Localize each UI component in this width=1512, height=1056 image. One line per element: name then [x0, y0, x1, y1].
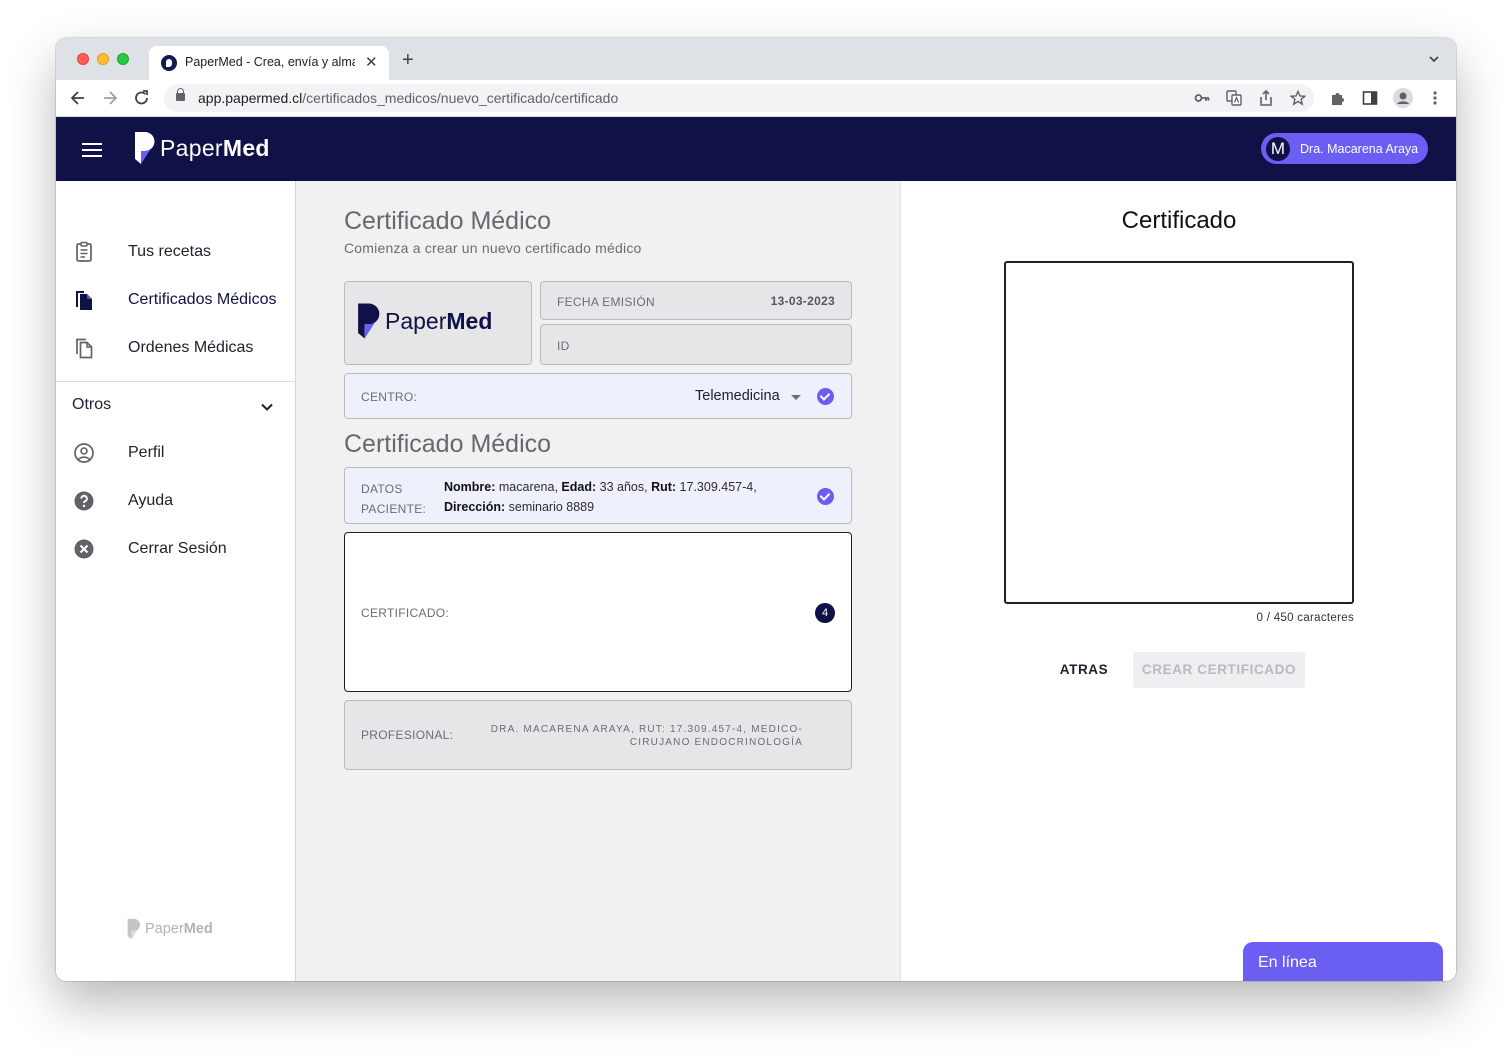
user-menu-button[interactable]: M Dra. Macarena Araya: [1261, 133, 1429, 164]
sidebar-item-label: Ordenes Médicas: [128, 339, 254, 356]
side-panel-icon[interactable]: [1362, 90, 1378, 106]
key-icon[interactable]: [1194, 90, 1210, 106]
profesional-label: PROFESIONAL:: [361, 728, 454, 742]
tab-strip: PaperMed - Crea, envía y alma ✕ +: [56, 38, 1456, 80]
bookmark-star-icon[interactable]: [1290, 90, 1306, 106]
documents-filled-icon: [76, 291, 92, 310]
dropdown-arrow-icon: [791, 395, 801, 400]
forward-arrow-icon[interactable]: [102, 86, 118, 110]
sidebar-item-ordenes[interactable]: Ordenes Médicas: [56, 328, 296, 368]
centro-select[interactable]: CENTRO: Telemedicina: [344, 373, 852, 419]
translate-icon[interactable]: [1226, 90, 1242, 106]
browser-window: PaperMed - Crea, envía y alma ✕ + app.pa…: [56, 38, 1456, 981]
share-icon[interactable]: [1258, 90, 1274, 106]
tab-title: PaperMed - Crea, envía y alma: [185, 55, 355, 69]
address-bar[interactable]: app.papermed.cl/certificados_medicos/nue…: [164, 84, 1314, 112]
app-header: PaperMed M Dra. Macarena Araya: [56, 117, 1456, 181]
minimize-window-button[interactable]: [97, 53, 109, 65]
documents-outline-icon: [76, 338, 93, 359]
datos-paciente-field[interactable]: DATOS PACIENTE: Nombre: macarena, Edad: …: [344, 467, 852, 524]
certificado-field[interactable]: CERTIFICADO: 4: [344, 532, 852, 692]
character-counter: 0 / 450 caracteres: [1256, 612, 1354, 624]
check-circle-icon: [817, 388, 834, 405]
sidebar-item-ayuda[interactable]: Ayuda: [56, 481, 296, 521]
url-text: app.papermed.cl/certificados_medicos/nue…: [198, 90, 619, 106]
papermed-logo-mark-icon: [358, 303, 380, 339]
sidebar-item-cerrar-sesion[interactable]: Cerrar Sesión: [56, 529, 296, 569]
more-vertical-icon[interactable]: [1427, 90, 1443, 106]
user-name: Dra. Macarena Araya: [1300, 141, 1419, 156]
close-tab-icon[interactable]: ✕: [365, 53, 378, 71]
lock-icon: [176, 88, 185, 101]
browser-tab[interactable]: PaperMed - Crea, envía y alma ✕: [149, 46, 389, 80]
certificate-editor-panel: Certificado 0 / 450 caracteres ATRAS CRE…: [900, 181, 1456, 981]
sidebar-section-otros[interactable]: Otros: [72, 396, 111, 414]
papermed-logo[interactable]: PaperMed: [134, 131, 270, 165]
back-arrow-icon[interactable]: [70, 86, 86, 110]
sidebar-divider: [56, 381, 296, 382]
extensions-puzzle-icon[interactable]: [1330, 90, 1346, 106]
papermed-favicon-icon: [161, 55, 177, 71]
reload-icon[interactable]: [134, 86, 150, 110]
fecha-emision-value: 13-03-2023: [770, 294, 835, 308]
clipboard-icon: [76, 241, 92, 262]
profesional-value: DRA. MACARENA ARAYA, RUT: 17.309.457-4, …: [490, 724, 803, 748]
browser-toolbar: app.papermed.cl/certificados_medicos/nue…: [56, 80, 1456, 117]
check-circle-icon: [817, 488, 834, 505]
certificado-label: CERTIFICADO:: [361, 606, 450, 620]
sidebar: Tus recetas Certificados Médicos Ordenes…: [56, 181, 296, 981]
clinic-logo-box: PaperMed: [344, 281, 532, 365]
certificate-form-panel: Certificado Médico Comienza a crear un n…: [297, 181, 900, 981]
chevron-down-icon[interactable]: [259, 399, 275, 415]
page-title: Certificado Médico: [344, 207, 552, 235]
sidebar-item-label: Certificados Médicos: [128, 291, 277, 308]
account-circle-icon: [74, 443, 94, 463]
centro-value: Telemedicina: [695, 388, 780, 404]
step-number-badge: 4: [815, 603, 835, 623]
chevron-down-icon[interactable]: [1428, 53, 1440, 65]
profile-avatar-icon[interactable]: [1393, 88, 1413, 108]
back-button[interactable]: ATRAS: [1052, 652, 1116, 688]
papermed-logo-mark-icon: [127, 918, 141, 940]
editor-title: Certificado: [1121, 207, 1237, 234]
sidebar-item-label: Ayuda: [128, 492, 174, 509]
id-label: ID: [557, 339, 570, 353]
sidebar-item-label: Perfil: [128, 444, 165, 461]
sidebar-item-certificados[interactable]: Certificados Médicos: [56, 280, 296, 320]
page-subtitle: Comienza a crear un nuevo certificado mé…: [344, 240, 642, 256]
sidebar-item-label: Cerrar Sesión: [128, 540, 227, 557]
fecha-emision-field: FECHA EMISIÓN 13-03-2023: [540, 281, 852, 320]
help-icon: [74, 491, 94, 511]
centro-label: CENTRO:: [361, 390, 418, 404]
papermed-logo-mark-icon: [135, 132, 155, 164]
id-field[interactable]: ID: [540, 324, 852, 365]
section-title: Certificado Médico: [344, 430, 552, 458]
create-certificate-button[interactable]: CREAR CERTIFICADO: [1133, 652, 1305, 688]
sidebar-item-perfil[interactable]: Perfil: [56, 433, 296, 473]
close-window-button[interactable]: [77, 53, 89, 65]
cancel-icon: [74, 539, 94, 559]
certificate-text-input[interactable]: [1004, 261, 1354, 604]
maximize-window-button[interactable]: [117, 53, 129, 65]
papermed-footer-logo: PaperMed: [127, 918, 213, 940]
sidebar-item-label: Tus recetas: [128, 243, 211, 260]
profesional-field: PROFESIONAL: DRA. MACARENA ARAYA, RUT: 1…: [344, 700, 852, 770]
papermed-logo: PaperMed: [357, 302, 492, 340]
fecha-emision-label: FECHA EMISIÓN: [557, 295, 655, 309]
live-chat-button[interactable]: En línea: [1243, 942, 1443, 981]
sidebar-item-recetas[interactable]: Tus recetas: [56, 232, 296, 272]
datos-paciente-label: DATOS PACIENTE:: [361, 482, 427, 516]
new-tab-button[interactable]: +: [402, 50, 414, 70]
hamburger-menu-icon[interactable]: [82, 143, 102, 157]
avatar: M: [1266, 136, 1290, 161]
datos-paciente-value: Nombre: macarena, Edad: 33 años, Rut: 17…: [444, 480, 757, 514]
